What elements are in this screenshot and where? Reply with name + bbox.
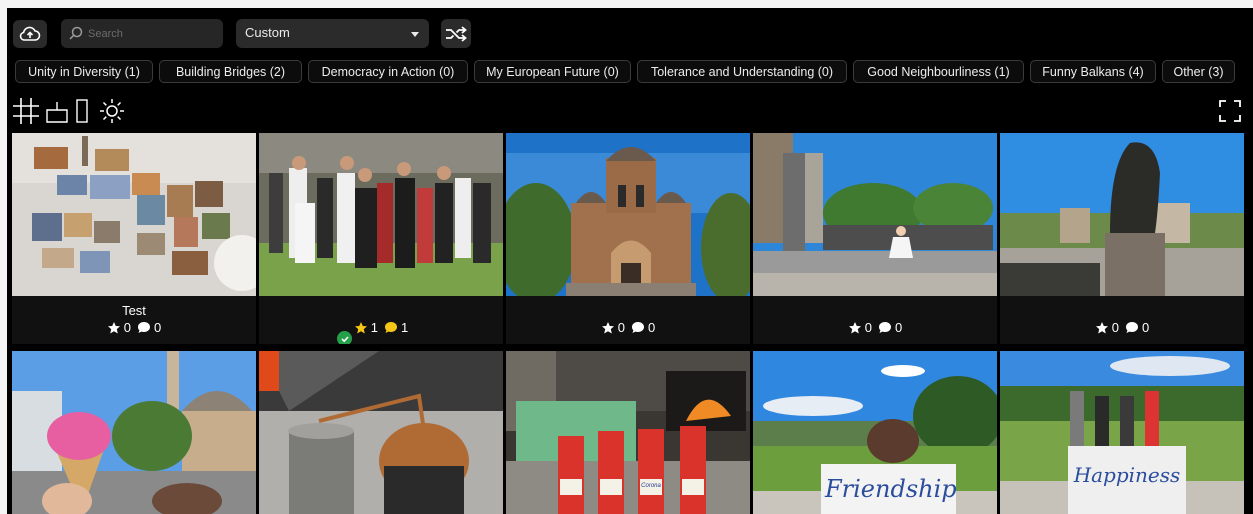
shuffle-icon [446,25,467,42]
star-icon[interactable] [848,321,862,335]
comment-icon[interactable] [1125,321,1139,334]
star-icon[interactable] [107,321,121,335]
photo-card[interactable]: Friendship [753,351,997,514]
tag-chip[interactable]: Democracy in Action (0) [308,60,468,83]
comment-count: 0 [895,320,903,335]
comment-count: 0 [154,320,162,335]
check-badge [337,331,352,344]
comment-icon[interactable] [878,321,892,334]
sort-select[interactable]: Custom [236,19,429,48]
photo-stats: 0 0 [1000,320,1244,335]
brightness-icon[interactable] [97,96,127,126]
photo-image [259,133,503,296]
photo-card[interactable] [12,351,256,514]
photo-stats: 1 1 [259,320,503,335]
star-icon[interactable] [1095,321,1109,335]
grid-view-icon[interactable] [11,96,41,126]
view-controls [7,94,1253,128]
photo-card[interactable]: 0 0 [1000,133,1244,344]
comment-icon[interactable] [137,321,151,334]
photo-image [1000,133,1244,296]
bottle-label: Corona [641,483,661,489]
chevron-down-icon [411,32,419,37]
check-icon [340,335,349,342]
photo-title: Test [122,303,146,318]
collage-view-icon[interactable] [45,98,69,124]
upload-button[interactable] [13,20,47,48]
tag-chip[interactable]: Tolerance and Understanding (0) [637,60,847,83]
sign-text: Friendship [825,475,957,503]
star-count: 1 [370,320,378,335]
photo-image [12,351,256,514]
star-icon[interactable] [601,321,615,335]
search-icon [69,26,83,40]
photo-card[interactable]: 0 0 [506,133,750,344]
photo-card[interactable] [259,351,503,514]
photo-gallery-app: Custom Unity in Diversity (1) Building B… [7,8,1253,514]
photo-card[interactable]: 0 0 [753,133,997,344]
upload-cloud-icon [19,26,41,41]
photo-stats: 0 0 [506,320,750,335]
photo-stats: 0 0 [753,320,997,335]
photo-card[interactable]: Test 0 0 [12,133,256,344]
comment-count: 0 [1142,320,1150,335]
comment-icon[interactable] [631,321,645,334]
photo-image [753,133,997,296]
toolbar: Custom [7,8,1253,58]
photo-image [506,133,750,296]
star-count: 0 [1111,320,1119,335]
single-view-icon[interactable] [74,98,90,124]
fullscreen-icon[interactable] [1218,99,1242,123]
comment-count: 1 [401,320,409,335]
star-icon[interactable] [354,321,368,335]
sign-text: Happiness [1073,463,1181,487]
photo-card[interactable]: 1 1 [259,133,503,344]
tag-chip[interactable]: Funny Balkans (4) [1030,60,1156,83]
search-box[interactable] [61,19,223,48]
tag-chip[interactable]: Building Bridges (2) [159,60,302,83]
star-count: 0 [864,320,872,335]
photo-card[interactable]: Happiness [1000,351,1244,514]
photo-image [12,133,256,296]
photo-image [1000,351,1244,514]
shuffle-button[interactable] [441,19,471,48]
tag-chip[interactable]: My European Future (0) [474,60,631,83]
sort-select-value: Custom [245,25,290,40]
star-count: 0 [123,320,131,335]
photo-image [506,351,750,514]
photo-stats: 0 0 [12,320,256,335]
tag-chip[interactable]: Other (3) [1162,60,1235,83]
comment-count: 0 [648,320,656,335]
tag-chip[interactable]: Unity in Diversity (1) [15,60,153,83]
photo-image [259,351,503,514]
star-count: 0 [617,320,625,335]
photo-card[interactable]: Corona [506,351,750,514]
search-input[interactable] [86,23,220,45]
tag-chip[interactable]: Good Neighbourliness (1) [853,60,1024,83]
comment-icon[interactable] [384,321,398,334]
